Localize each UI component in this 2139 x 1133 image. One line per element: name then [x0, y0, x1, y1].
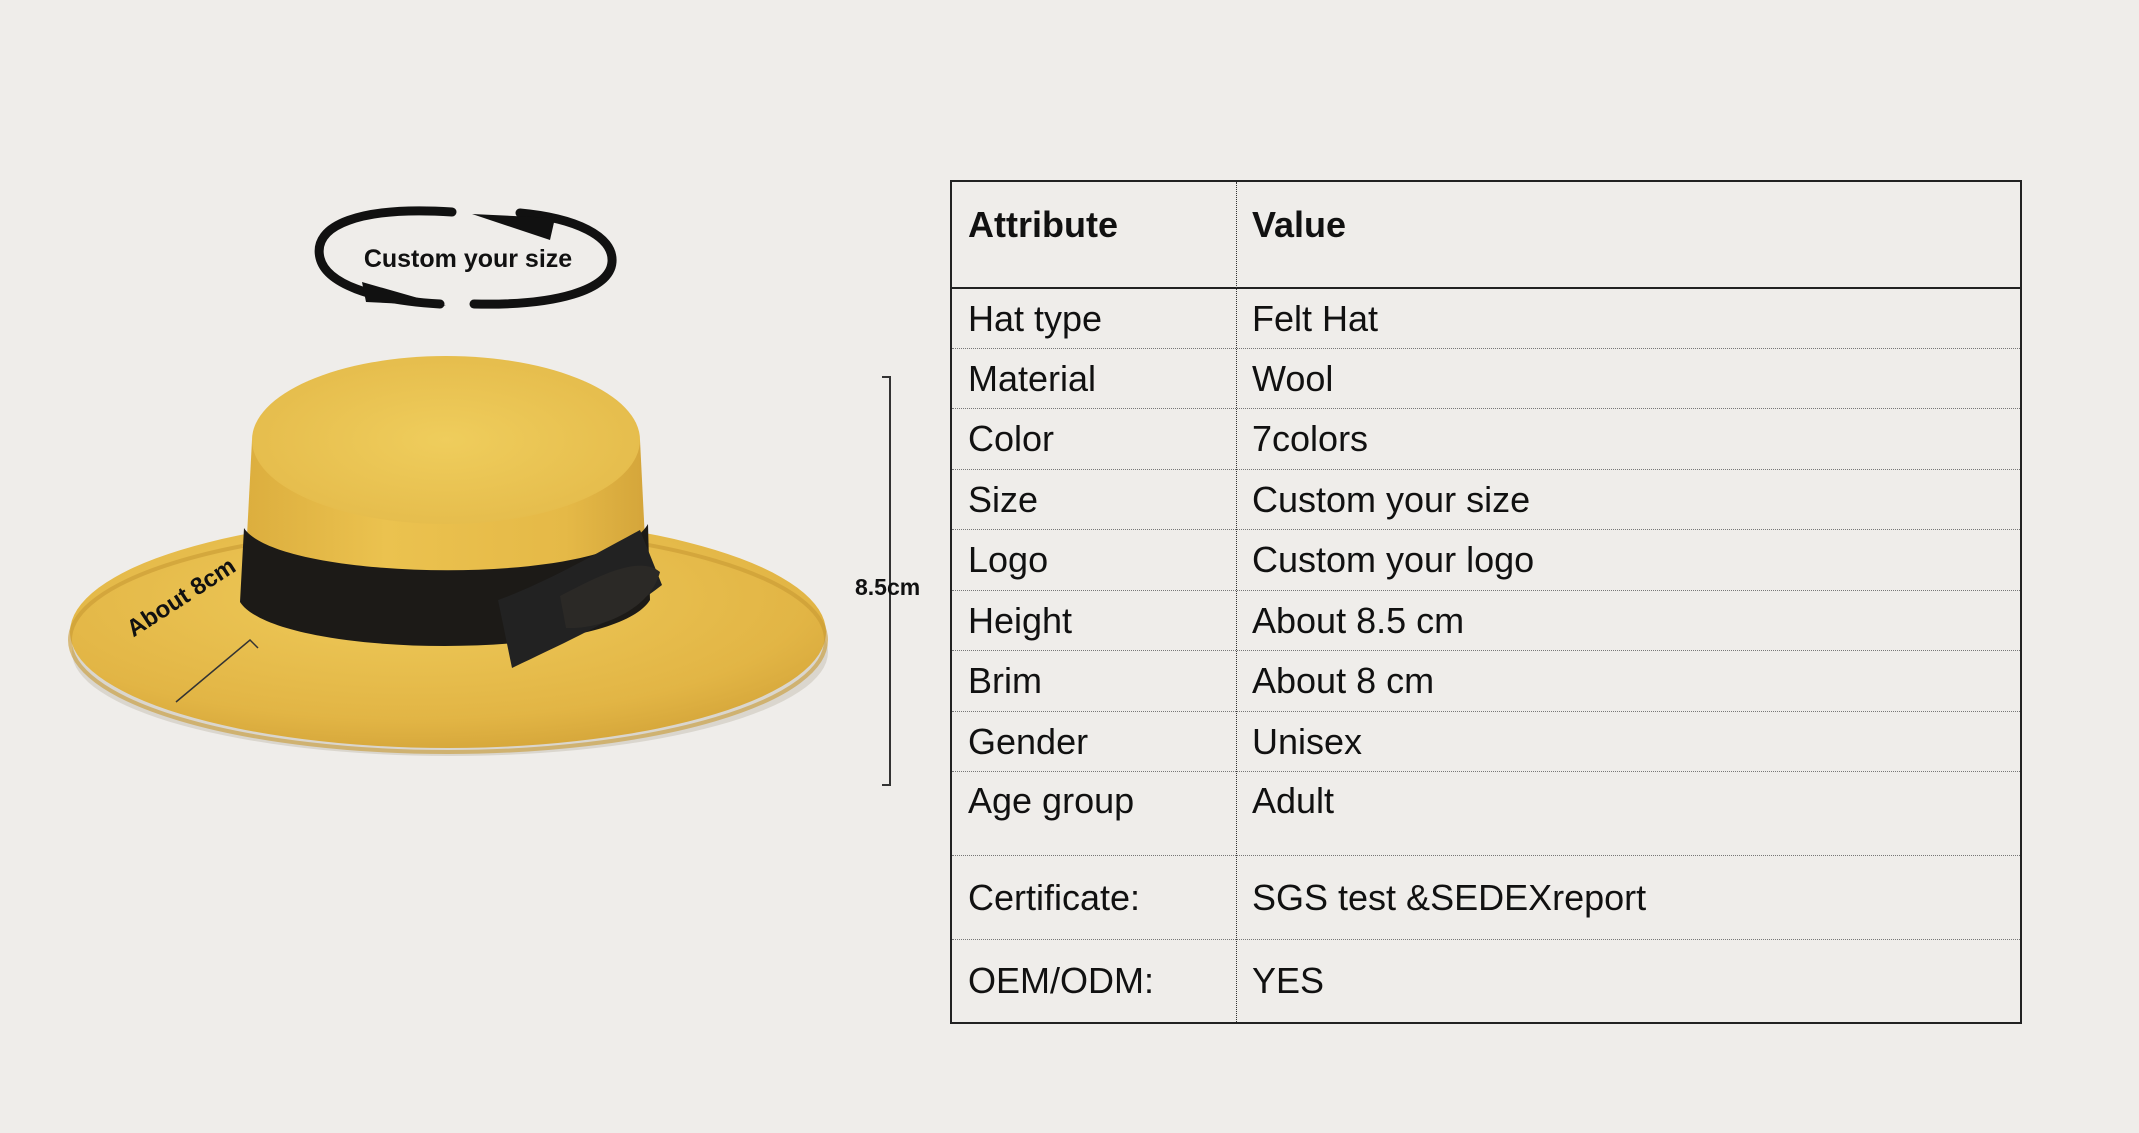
row-attribute: Material: [968, 357, 1097, 399]
hat-illustration: Custom your size 8.5cm About 8cm: [0, 0, 960, 1133]
table-row: Hat type Felt Hat: [952, 289, 2020, 349]
row-value: Felt Hat: [1252, 297, 1379, 339]
row-attribute: Size: [968, 478, 1039, 520]
boater-hat-image: [68, 206, 891, 786]
row-attribute: Height: [968, 599, 1073, 641]
spec-table: Attribute Value Hat type Felt Hat Materi…: [950, 180, 2022, 1024]
row-value: Custom your logo: [1252, 539, 1535, 580]
height-label: 8.5cm: [855, 574, 921, 600]
header-attribute: Attribute: [968, 204, 1118, 245]
row-value: About 8 cm: [1252, 660, 1435, 701]
table-row: Brim About 8 cm: [952, 651, 2020, 712]
row-attribute: Gender: [968, 720, 1089, 762]
row-attribute: OEM/ODM:: [968, 960, 1154, 1001]
table-row: Age group Adult: [952, 772, 2020, 856]
row-value: YES: [1252, 960, 1325, 1001]
table-row: Height About 8.5 cm: [952, 591, 2020, 651]
table-row: Gender Unisex: [952, 712, 2020, 772]
product-spec-page: Custom your size 8.5cm About 8cm Attribu…: [0, 0, 2139, 1133]
table-row: Logo Custom your logo: [952, 530, 2020, 591]
arrow-head-icon: [472, 214, 555, 240]
row-value: SGS test &SEDEXreport: [1252, 876, 1647, 918]
row-attribute: Brim: [968, 660, 1042, 701]
header-value: Value: [1252, 204, 1347, 245]
column-divider: [1236, 182, 1237, 1022]
row-value: Wool: [1252, 357, 1334, 399]
row-value: About 8.5 cm: [1252, 599, 1465, 641]
table-row: Size Custom your size: [952, 470, 2020, 530]
row-value: Custom your size: [1252, 478, 1531, 520]
row-attribute: Logo: [968, 539, 1049, 580]
table-header-row: Attribute Value: [952, 182, 2020, 289]
table-row: Color 7colors: [952, 409, 2020, 470]
row-value: 7colors: [1252, 418, 1369, 459]
row-attribute: Color: [968, 418, 1055, 459]
row-attribute: Certificate:: [968, 876, 1141, 918]
row-value: Adult: [1252, 780, 1335, 821]
custom-size-caption: Custom your size: [363, 245, 573, 273]
table-row: Material Wool: [952, 349, 2020, 409]
row-attribute: Age group: [968, 780, 1135, 821]
row-attribute: Hat type: [968, 297, 1103, 339]
row-value: Unisex: [1252, 720, 1363, 762]
table-row: OEM/ODM: YES: [952, 940, 2020, 1022]
table-row: Certificate: SGS test &SEDEXreport: [952, 856, 2020, 940]
